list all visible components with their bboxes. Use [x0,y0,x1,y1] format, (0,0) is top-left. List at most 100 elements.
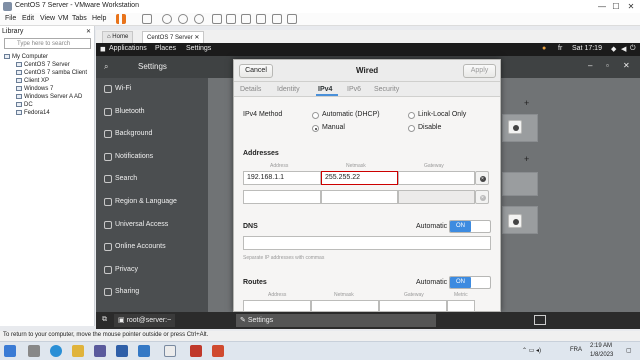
radio-disable[interactable] [408,125,415,132]
menu-file[interactable]: File [5,15,16,22]
radio-manual[interactable] [312,125,319,132]
tab-security[interactable]: Security [374,86,399,93]
maximize-button[interactable]: ☐ [610,1,622,12]
minimize-settings-icon[interactable]: – [588,61,592,70]
workspace-switcher[interactable] [534,315,546,325]
tree-vm-item[interactable]: CentOS 7 samba Client [16,70,87,76]
radio-link-local-only[interactable] [408,112,415,119]
gear-icon[interactable] [508,214,522,228]
input-language-indicator[interactable]: FRA [570,347,582,353]
add-connection-button-1[interactable]: + [524,98,529,108]
full-screen-icon[interactable] [241,14,251,24]
sidebar-item-background[interactable]: Background [96,123,208,146]
library-search-input[interactable]: Type here to search [4,38,91,49]
netmask-input[interactable]: 255.255.22 [321,171,398,185]
menu-vm[interactable]: VM [58,15,69,22]
sidebar-item-privacy[interactable]: Privacy [96,259,208,282]
stretch-guest-icon[interactable] [287,14,297,24]
tab-identity[interactable]: Identity [277,86,300,93]
close-library-icon[interactable]: ✕ [86,28,91,35]
tab-ipv6[interactable]: IPv6 [347,86,361,93]
app-icon[interactable] [138,345,150,357]
routes-automatic-toggle[interactable]: ON [449,276,491,289]
add-connection-button-2[interactable]: + [524,154,529,164]
radio-automatic-dhcp[interactable] [312,112,319,119]
power-icon[interactable]: ⏻ [630,45,636,53]
clock[interactable]: Sat 17:19 [572,45,602,52]
unity-icon[interactable] [256,14,266,24]
pause-vm-icon[interactable] [116,14,126,24]
tree-vm-item[interactable]: Windows Server A AD [16,94,82,100]
search-icon[interactable] [28,345,40,357]
tray-icons[interactable]: ⌃ ▭ ◂) [522,347,541,354]
tab-ipv4[interactable]: IPv4 [318,86,332,93]
cancel-button[interactable]: Cancel [239,64,273,78]
snapshot-icon[interactable] [162,14,172,24]
route-gateway-input[interactable] [379,300,447,312]
close-tab-icon[interactable]: ✕ [194,35,199,41]
close-settings-icon[interactable]: ✕ [623,61,630,70]
show-desktop-icon[interactable]: ⧉ [102,316,107,324]
gateway-input[interactable] [398,171,475,185]
remove-address-button[interactable]: × [475,171,489,185]
dns-input[interactable] [243,236,491,250]
tree-vm-item[interactable]: CentOS 7 Server [16,62,70,68]
tab-centos-7-server[interactable]: CentOS 7 Server ✕ [142,31,205,43]
app-icon[interactable] [190,345,202,357]
taskbar-time[interactable]: 2:19 AM [590,343,612,349]
tree-root-my-computer[interactable]: My Computer [4,54,48,60]
tree-vm-item[interactable]: Windows 7 [16,86,53,92]
notification-icon[interactable]: ▢ [626,347,632,354]
app-icon[interactable] [116,345,128,357]
edge-icon[interactable] [50,345,62,357]
tree-vm-item[interactable]: Client XP [16,78,49,84]
console-view-icon[interactable] [272,14,282,24]
gateway-input-empty[interactable] [398,190,475,204]
tree-vm-item[interactable]: Fedora14 [16,110,50,116]
search-icon[interactable]: ⌕ [104,62,108,72]
route-address-input[interactable] [243,300,311,312]
maximize-settings-icon[interactable]: ▫ [606,61,609,70]
sidebar-item-sharing[interactable]: Sharing [96,281,208,304]
menu-view[interactable]: View [40,15,55,22]
sidebar-item-search[interactable]: Search [96,168,208,191]
input-language[interactable]: fr [558,45,562,52]
tab-details[interactable]: Details [240,86,261,93]
menu-help[interactable]: Help [92,15,106,22]
close-window-button[interactable]: ✕ [625,1,637,12]
start-icon[interactable] [4,345,16,357]
snapshot-manager-icon[interactable] [194,14,204,24]
route-metric-input[interactable] [447,300,475,312]
thumbnail-view-icon[interactable] [226,14,236,24]
sidebar-item-region-language[interactable]: Region & Language [96,191,208,214]
revert-snapshot-icon[interactable] [178,14,188,24]
sidebar-item-online-accounts[interactable]: Online Accounts [96,236,208,259]
vmware-taskbar-icon[interactable] [164,345,176,357]
sidebar-item-bluetooth[interactable]: Bluetooth [96,101,208,124]
menu-edit[interactable]: Edit [22,15,34,22]
taskbar-date[interactable]: 1/8/2023 [590,352,613,358]
gear-icon[interactable] [508,120,522,134]
file-explorer-icon[interactable] [72,345,84,357]
netmask-input-empty[interactable] [321,190,398,204]
accessibility-icon[interactable]: ● [542,45,546,52]
tree-vm-item[interactable]: DC [16,102,33,108]
library-view-icon[interactable] [212,14,222,24]
address-input[interactable]: 192.168.1.1 [243,171,321,185]
menu-tabs[interactable]: Tabs [72,15,87,22]
route-netmask-input[interactable] [311,300,379,312]
places-menu[interactable]: Places [155,45,176,52]
address-input-empty[interactable] [243,190,321,204]
sidebar-item-notifications[interactable]: Notifications [96,146,208,169]
app-icon[interactable] [212,345,224,357]
tab-home[interactable]: ⌂ Home [102,31,134,43]
apply-button[interactable]: Apply [463,64,496,78]
sidebar-item-wifi[interactable]: Wi-Fi [96,78,208,101]
applications-menu[interactable]: Applications [109,45,147,52]
minimize-button[interactable]: — [596,1,608,12]
volume-icon[interactable]: ◀ [621,45,626,53]
settings-task-button[interactable]: ✎ Settings [236,314,436,327]
sidebar-item-universal-access[interactable]: Universal Access [96,214,208,237]
terminal-task-button[interactable]: ▣ root@server:~ [114,314,176,327]
network-icon[interactable]: ◆ [611,45,616,53]
